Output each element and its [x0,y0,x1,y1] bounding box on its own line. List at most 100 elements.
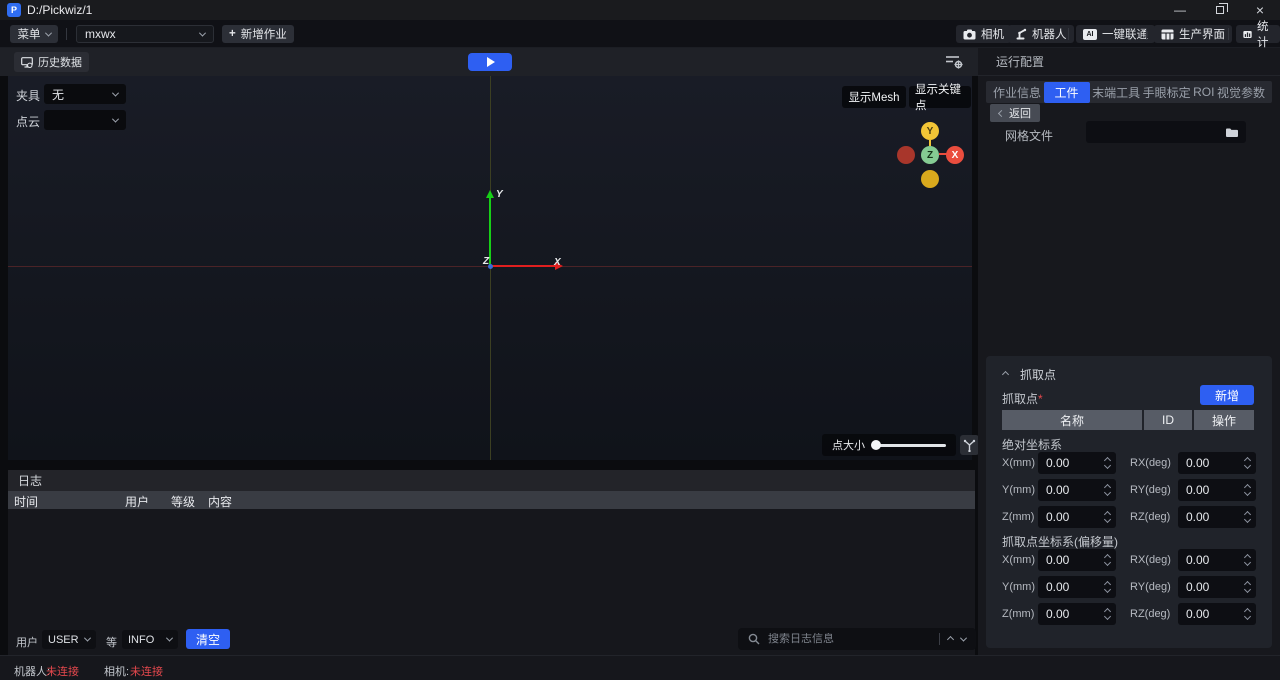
coord-value[interactable] [1178,607,1245,621]
menu-label: 菜单 [18,26,41,42]
gizmo-neg-y-button[interactable] [921,170,939,188]
camera-status-value: 未连接 [130,663,163,679]
menu-button[interactable]: 菜单 [10,25,58,43]
fixture-select[interactable]: 无 [44,84,126,104]
scene-viewport[interactable]: Y X Z 夹具 无 点云 显示Mesh 显示关键点 Y Z X 点大小 [8,76,972,460]
display-settings-icon [944,54,964,70]
history-data-button[interactable]: 历史数据 [14,52,89,72]
coord-value[interactable] [1178,483,1245,497]
tab-job-info[interactable]: 作业信息 [993,84,1041,101]
back-label: 返回 [1009,105,1031,121]
stepper-arrows[interactable] [1105,582,1116,592]
stepper-arrows[interactable] [1105,512,1116,522]
mesh-file-value[interactable] [1086,125,1225,139]
log-panel: 日志 时间 用户 等级 内容 用户 USER 等 INFO 清空 [8,470,975,655]
stepper-arrows[interactable] [1105,485,1116,495]
slider-knob[interactable] [871,440,881,450]
stepper-arrows[interactable] [1245,609,1256,619]
coord-input-abs-rx[interactable] [1178,452,1256,474]
log-user-filter-select[interactable]: USER [42,630,96,649]
minimize-button[interactable]: — [1160,0,1200,20]
stats-button[interactable]: 统计 [1236,25,1280,43]
mesh-file-input[interactable] [1086,121,1246,143]
stepper-arrows[interactable] [1105,555,1116,565]
camera-status-label: 相机: [104,663,129,679]
tab-end-tool[interactable]: 末端工具 [1092,84,1140,101]
coord-input-abs-y[interactable] [1038,479,1116,501]
log-col-user: 用户 [125,493,149,510]
camera-button[interactable]: 相机 [956,25,1011,43]
log-title: 日志 [8,470,975,491]
add-grasp-button[interactable]: 新增 [1200,385,1254,405]
coord-value[interactable] [1178,580,1245,594]
axes-tool-button[interactable] [960,435,979,455]
coord-value[interactable] [1038,483,1105,497]
log-user-filter-value: USER [48,634,79,646]
show-keypoints-toggle[interactable]: 显示关键点 [909,86,971,108]
show-mesh-toggle[interactable]: 显示Mesh [842,86,906,108]
log-level-filter-select[interactable]: INFO [122,630,178,649]
coord-input-off-y[interactable] [1038,576,1116,598]
coord-value[interactable] [1038,456,1105,470]
ai-connect-button[interactable]: AI 一键联通 [1076,25,1155,43]
job-select-value: mxwx [85,27,116,41]
coord-value[interactable] [1038,510,1105,524]
coord-value[interactable] [1038,607,1105,621]
new-job-button[interactable]: + 新增作业 [222,25,294,43]
gizmo-y-button[interactable]: Y [921,122,939,140]
folder-icon[interactable] [1225,127,1239,138]
collapse-icon[interactable] [1002,371,1009,378]
tab-vision-params[interactable]: 视觉参数 [1217,84,1265,101]
coord-input-abs-x[interactable] [1038,452,1116,474]
log-col-time: 时间 [14,493,38,510]
run-button[interactable] [468,53,512,71]
coord-input-off-rz[interactable] [1178,603,1256,625]
coord-value[interactable] [1178,456,1245,470]
production-button[interactable]: 生产界面 [1154,25,1232,43]
back-button[interactable]: 返回 [990,104,1040,122]
tab-hand-eye-calib[interactable]: 手眼标定 [1143,84,1191,101]
gizmo-neg-x-button[interactable] [897,146,915,164]
coord-value[interactable] [1038,553,1105,567]
stepper-arrows[interactable] [1245,512,1256,522]
grasp-col-id: ID [1144,410,1192,430]
coord-input-abs-rz[interactable] [1178,506,1256,528]
log-search-input[interactable] [768,633,931,645]
log-search-box [738,628,976,650]
coord-input-off-ry[interactable] [1178,576,1256,598]
tab-roi[interactable]: ROI [1193,85,1214,99]
robot-button[interactable]: 机器人 [1008,25,1074,43]
point-size-slider[interactable] [873,444,946,447]
coord-label: RZ(deg) [1130,511,1170,523]
job-select[interactable]: mxwx [76,25,214,43]
coord-value[interactable] [1178,510,1245,524]
coord-value[interactable] [1178,553,1245,567]
coord-label: X(mm) [1002,457,1035,469]
chevron-down-icon [166,635,173,642]
title-bar: P D:/Pickwiz/1 — × [0,0,1280,20]
window-title: D:/Pickwiz/1 [27,0,92,20]
coord-value[interactable] [1038,580,1105,594]
coord-input-abs-z[interactable] [1038,506,1116,528]
search-divider [939,633,940,645]
search-prev-button[interactable] [947,635,954,642]
search-next-button[interactable] [960,634,967,641]
coord-input-abs-ry[interactable] [1178,479,1256,501]
coord-input-off-rx[interactable] [1178,549,1256,571]
viewport-settings-button[interactable] [944,54,964,70]
clear-log-button[interactable]: 清空 [186,629,230,649]
stepper-arrows[interactable] [1245,582,1256,592]
coord-input-off-x[interactable] [1038,549,1116,571]
stepper-arrows[interactable] [1105,458,1116,468]
close-button[interactable]: × [1240,0,1280,20]
stepper-arrows[interactable] [1245,458,1256,468]
coord-input-off-z[interactable] [1038,603,1116,625]
gizmo-x-button[interactable]: X [946,146,964,164]
pointcloud-select[interactable] [44,110,126,130]
tab-workpiece[interactable]: 工件 [1044,82,1090,103]
stepper-arrows[interactable] [1105,609,1116,619]
restore-button[interactable] [1200,0,1240,20]
stepper-arrows[interactable] [1245,485,1256,495]
stepper-arrows[interactable] [1245,555,1256,565]
gizmo-z-button[interactable]: Z [921,146,939,164]
